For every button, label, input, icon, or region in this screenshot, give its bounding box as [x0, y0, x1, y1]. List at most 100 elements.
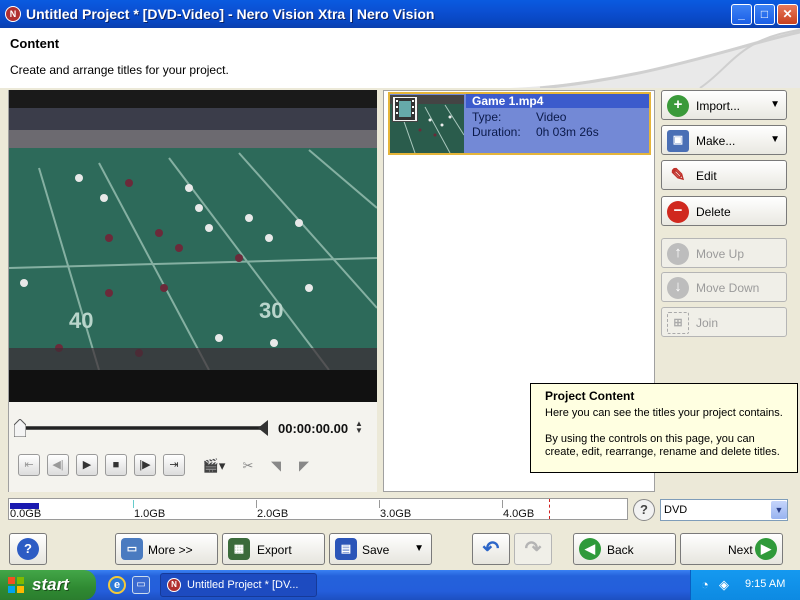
make-icon: ▣	[667, 130, 689, 152]
arrow-left-icon: ◀	[579, 538, 601, 560]
move-down-button[interactable]: ↓ Move Down	[661, 272, 787, 302]
export-button[interactable]: ▦ Export	[222, 533, 325, 565]
floppy-disk-icon: ▤	[335, 538, 357, 560]
tray-network-icon[interactable]: ◈	[719, 577, 729, 593]
capacity-label: 2.0GB	[257, 508, 289, 520]
delete-label: Delete	[696, 205, 731, 219]
join-button[interactable]: ⊞ Join	[661, 307, 787, 337]
title-duration-label: Duration:	[472, 125, 521, 139]
system-tray: ◔ ◈ 9:15 AM	[690, 570, 800, 600]
import-button[interactable]: + Import... ▼	[661, 90, 787, 120]
svg-text:40: 40	[69, 308, 93, 333]
import-label: Import...	[696, 99, 741, 113]
disc-capacity-limit-marker	[549, 499, 550, 519]
move-up-label: Move Up	[696, 247, 745, 261]
minus-icon: −	[667, 201, 689, 223]
more-label: More >>	[148, 543, 193, 557]
capacity-tick	[502, 500, 503, 508]
chevron-down-icon[interactable]: ▼	[771, 501, 787, 519]
title-duration-value: 0h 03m 26s	[536, 125, 599, 139]
redo-button[interactable]: ↷	[514, 533, 552, 565]
windows-flag-icon	[8, 577, 24, 593]
video-letterbox-top	[9, 90, 377, 108]
chapter-marker-icon[interactable]: 🎬▾	[200, 456, 228, 476]
help-icon: ?	[17, 538, 39, 560]
seek-slider-track[interactable]	[20, 426, 266, 430]
tray-audio-icon[interactable]: ◔	[701, 577, 709, 592]
timecode-spinner-icon[interactable]: ▲ ▼	[355, 420, 365, 436]
start-label: start	[32, 575, 69, 594]
window-title-bar[interactable]: N Untitled Project * [DVD-Video] - Nero …	[0, 0, 800, 28]
tooltip-line-2: By using the controls on this page, you …	[545, 433, 780, 458]
seek-end-marker[interactable]	[258, 420, 268, 436]
dropdown-arrow-icon: ▼	[414, 543, 424, 554]
video-letterbox-bottom	[9, 370, 377, 402]
move-down-label: Move Down	[696, 281, 760, 295]
next-button[interactable]: Next ▶	[680, 533, 783, 565]
delete-button[interactable]: − Delete	[661, 196, 787, 226]
stop-button[interactable]: ■	[105, 454, 127, 476]
trim-right-icon[interactable]: ◤	[290, 456, 318, 476]
internet-explorer-icon[interactable]: e	[108, 576, 126, 594]
tooltip-title: Project Content	[545, 389, 635, 403]
taskbar-item-nero[interactable]: N Untitled Project * [DV...	[160, 573, 317, 597]
make-button[interactable]: ▣ Make... ▼	[661, 125, 787, 155]
edit-label: Edit	[696, 169, 717, 183]
move-up-button[interactable]: ↑ Move Up	[661, 238, 787, 268]
save-button[interactable]: ▤ Save ▼	[329, 533, 432, 565]
window-title: Untitled Project * [DVD-Video] - Nero Vi…	[26, 6, 435, 22]
capacity-help-icon[interactable]: ?	[633, 499, 655, 521]
maximize-button[interactable]: □	[754, 4, 775, 25]
play-button[interactable]: ▶	[76, 454, 98, 476]
capacity-label: 1.0GB	[134, 508, 166, 520]
tray-clock[interactable]: 9:15 AM	[745, 578, 785, 590]
project-content-tooltip: Project Content Here you can see the tit…	[530, 383, 798, 473]
arrow-down-icon: ↓	[667, 277, 689, 299]
close-button[interactable]: ✕	[777, 4, 798, 25]
dropdown-arrow-icon: ▼	[770, 134, 780, 145]
page-subtitle: Create and arrange titles for your proje…	[10, 63, 229, 77]
more-icon: ▭	[121, 538, 143, 560]
film-strip-icon	[392, 96, 418, 122]
page-title: Content	[10, 36, 60, 51]
previous-frame-button[interactable]: ◀|	[47, 454, 69, 476]
minimize-button[interactable]: _	[731, 4, 752, 25]
more-button[interactable]: ▭ More >>	[115, 533, 218, 565]
taskbar-item-label: Untitled Project * [DV...	[187, 579, 299, 591]
nero-app-icon[interactable]: N	[5, 6, 21, 22]
make-label: Make...	[696, 134, 736, 148]
scissors-icon[interactable]: ✂	[234, 456, 262, 476]
undo-icon: ↶	[482, 538, 500, 560]
undo-button[interactable]: ↶	[472, 533, 510, 565]
video-preview[interactable]: 40 30	[9, 108, 377, 370]
nero-taskbar-icon: N	[167, 578, 181, 592]
dropdown-arrow-icon: ▼	[770, 99, 780, 110]
next-label: Next	[728, 543, 753, 557]
title-name: Game 1.mp4	[466, 94, 649, 108]
start-button[interactable]: start	[0, 570, 96, 600]
trim-left-icon[interactable]: ◥	[262, 456, 290, 476]
title-type-value: Video	[536, 110, 567, 124]
redo-icon: ↷	[524, 538, 542, 560]
back-label: Back	[607, 543, 634, 557]
back-button[interactable]: ◀ Back	[573, 533, 676, 565]
join-label: Join	[696, 316, 719, 330]
next-frame-button[interactable]: |▶	[134, 454, 156, 476]
go-to-start-button[interactable]: ⇤	[18, 454, 40, 476]
show-desktop-icon[interactable]: ▭	[132, 576, 150, 594]
pencil-icon: ✎	[670, 165, 686, 185]
help-button[interactable]: ?	[9, 533, 47, 565]
disc-type-select[interactable]: DVD	[660, 499, 788, 521]
save-label: Save	[362, 543, 390, 557]
title-type-label: Type:	[472, 110, 502, 124]
arrow-up-icon: ↑	[667, 243, 689, 265]
capacity-tick	[379, 500, 380, 508]
tooltip-line-1: Here you can see the titles your project…	[545, 407, 783, 419]
capacity-label: 0.0GB	[10, 508, 42, 520]
header-swoosh-decoration	[510, 28, 800, 88]
go-to-end-button[interactable]: ⇥	[163, 454, 185, 476]
edit-button[interactable]: ✎ Edit	[661, 160, 787, 190]
capacity-label: 3.0GB	[380, 508, 412, 520]
join-icon: ⊞	[667, 312, 689, 334]
seek-slider-thumb[interactable]	[14, 419, 26, 437]
